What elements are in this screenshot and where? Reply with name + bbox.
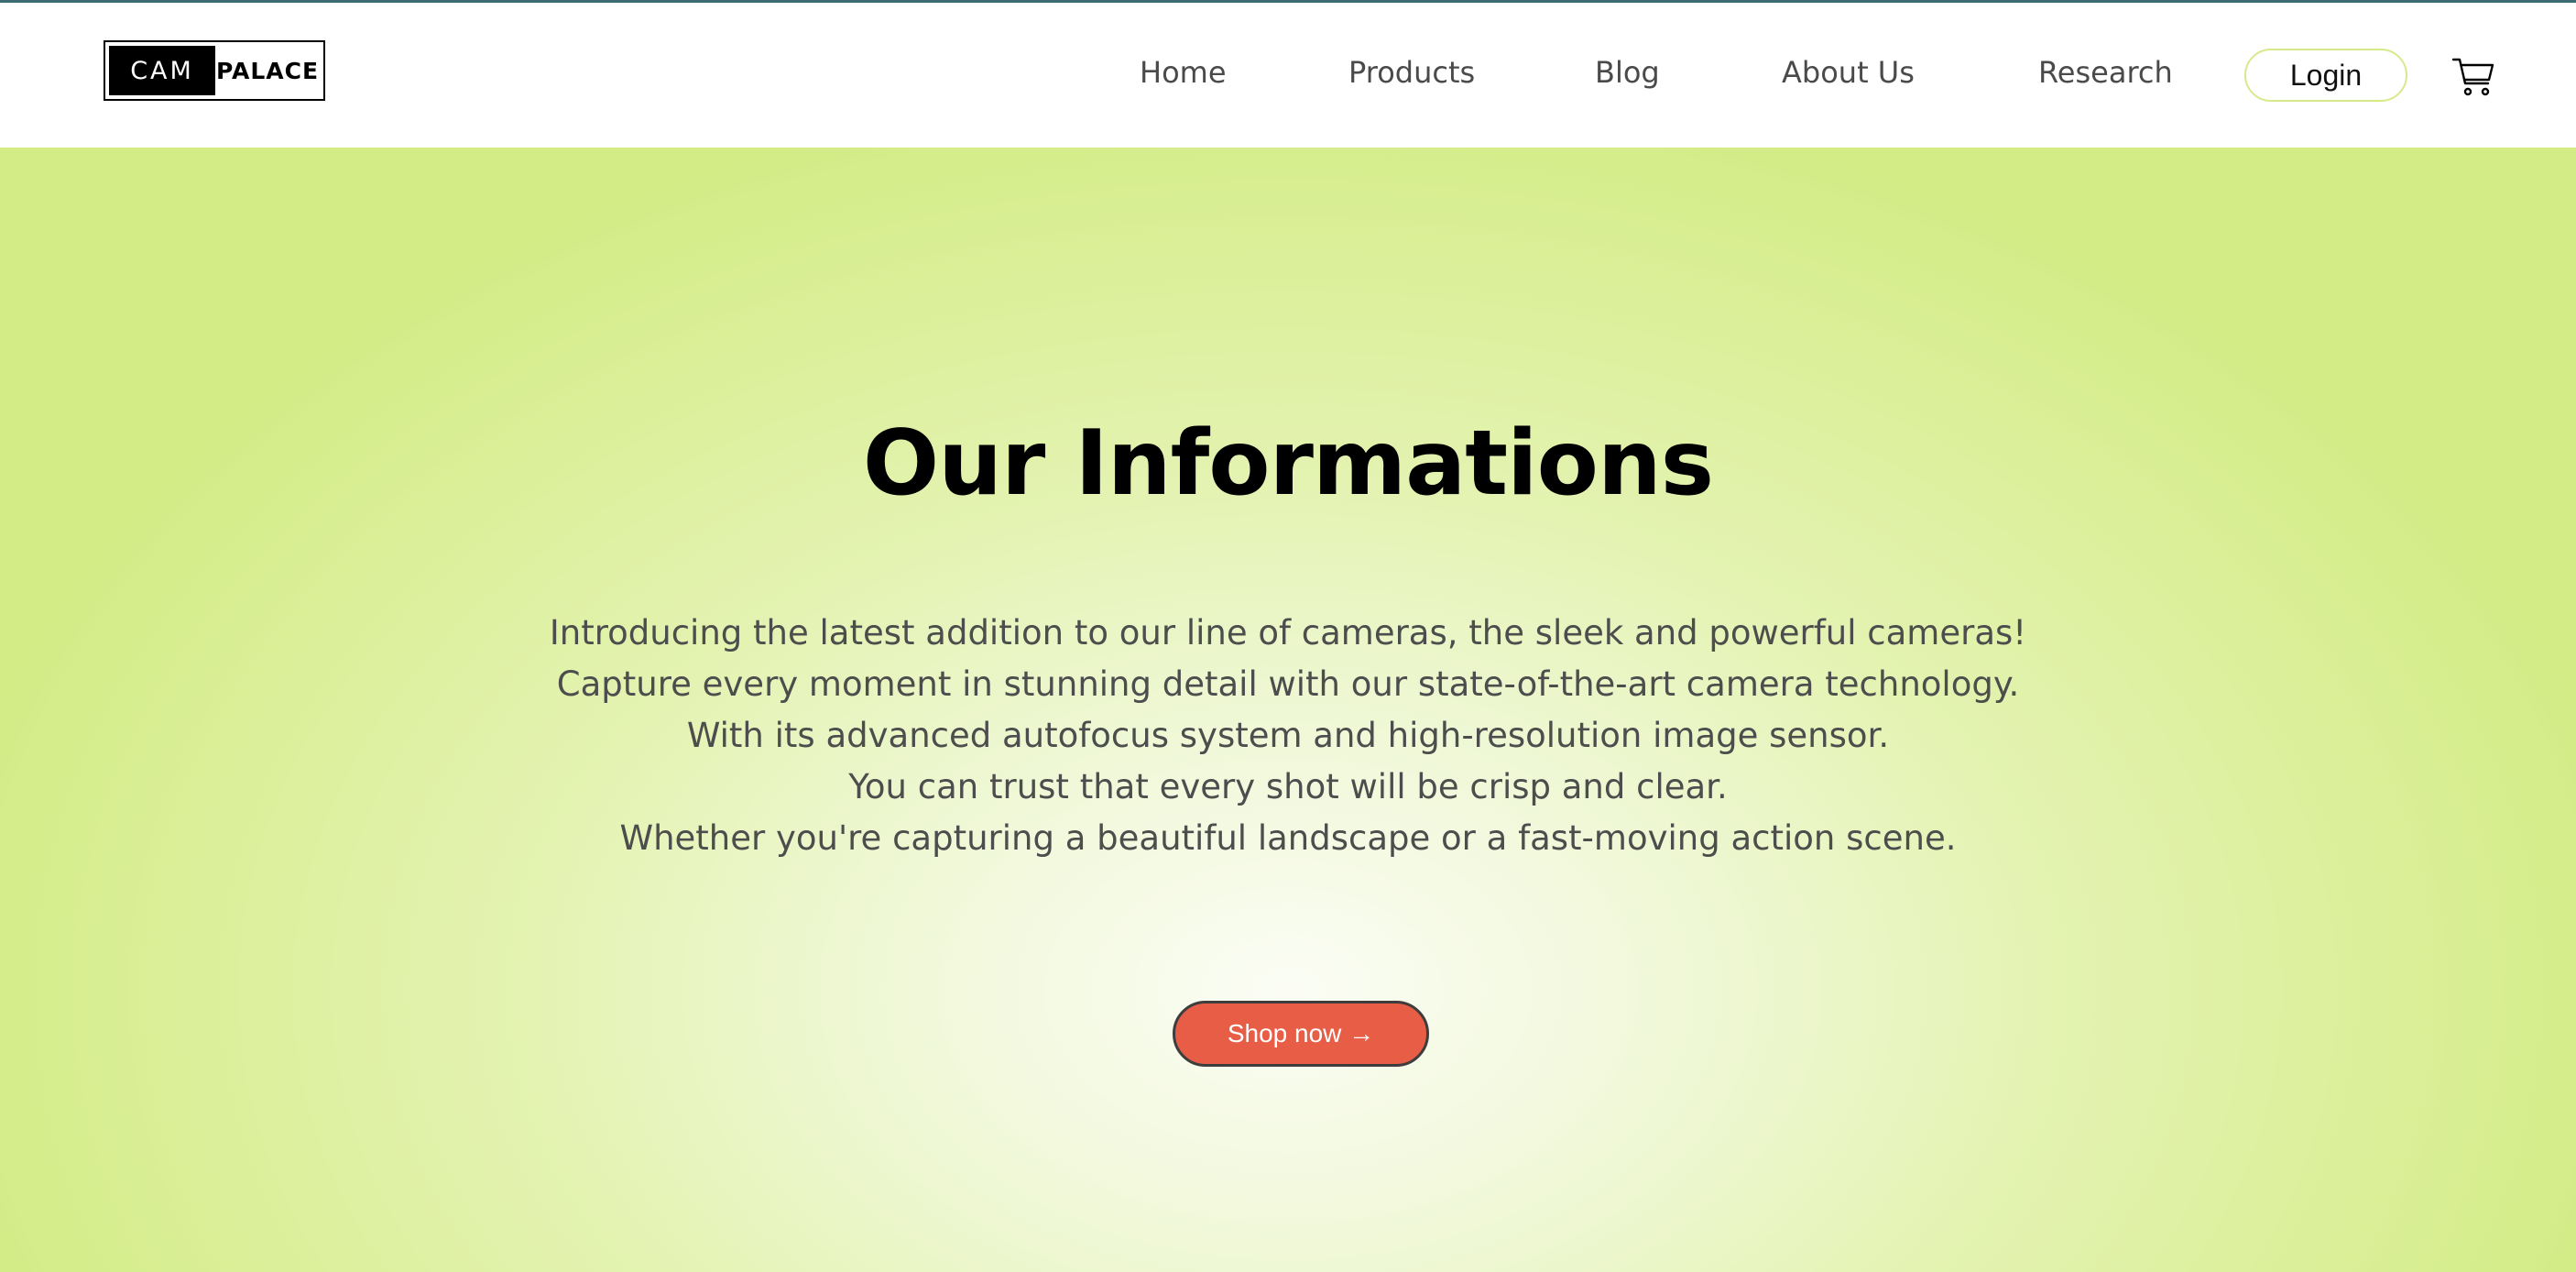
hero-description: Introducing the latest addition to our l… [0, 608, 2576, 864]
cam-palace-logo[interactable]: CAM PALACE [104, 40, 325, 101]
nav-link-about-us[interactable]: About Us [1782, 54, 1915, 91]
logo-palace-text: PALACE [215, 57, 320, 84]
hero-description-line: Capture every moment in stunning detail … [556, 664, 2020, 704]
hero-section: Our Informations Introducing the latest … [0, 148, 2576, 1272]
nav-link-blog[interactable]: Blog [1595, 54, 1660, 91]
hero-description-line: You can trust that every shot will be cr… [848, 767, 1728, 806]
hero-description-line: With its advanced autofocus system and h… [686, 716, 1890, 755]
shop-now-button[interactable]: Shop now → [1173, 1001, 1429, 1067]
nav-link-research[interactable]: Research [2038, 54, 2173, 91]
login-button[interactable]: Login [2244, 49, 2407, 102]
hero-description-line: Introducing the latest addition to our l… [549, 613, 2027, 652]
logo-cam-text: CAM [109, 46, 215, 95]
shopping-cart-icon[interactable] [2451, 54, 2495, 98]
hero-description-line: Whether you're capturing a beautiful lan… [619, 818, 1957, 858]
site-header: CAM PALACE Home Products Blog About Us R… [0, 3, 2576, 148]
nav-link-home[interactable]: Home [1140, 54, 1227, 91]
nav-link-products[interactable]: Products [1348, 54, 1475, 91]
hero-title: Our Informations [862, 411, 1714, 516]
